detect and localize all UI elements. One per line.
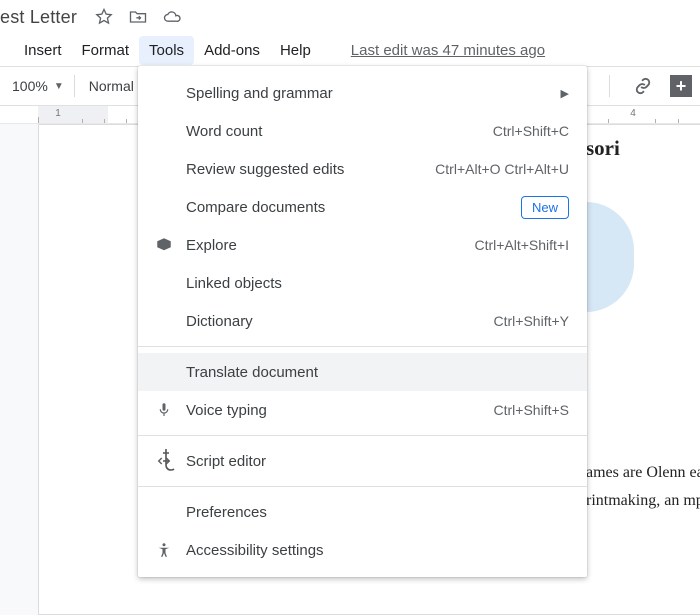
menu-script-editor[interactable]: Script editor bbox=[138, 442, 587, 480]
document-title[interactable]: est Letter bbox=[0, 7, 87, 28]
paragraph-style-value: Normal bbox=[89, 78, 134, 94]
menu-item-label: Voice typing bbox=[186, 402, 494, 419]
menu-accessibility-settings[interactable]: Accessibility settings bbox=[138, 531, 587, 569]
menu-item-label: Review suggested edits bbox=[186, 161, 435, 178]
menu-item-shortcut: Ctrl+Alt+Shift+I bbox=[474, 237, 569, 253]
menu-divider bbox=[138, 486, 587, 487]
accessibility-icon bbox=[152, 541, 176, 559]
ruler-num: 1 bbox=[55, 108, 61, 119]
menu-bar: Insert Format Tools Add-ons Help Last ed… bbox=[0, 34, 700, 66]
insert-link-icon[interactable] bbox=[632, 75, 654, 97]
paragraph-style-select[interactable]: Normal bbox=[81, 78, 142, 94]
toolbar-separator bbox=[609, 75, 610, 97]
menu-help[interactable]: Help bbox=[270, 36, 321, 65]
doc-body-text[interactable]: ames are Olenn ear in a row. Th in mediu… bbox=[586, 459, 700, 515]
cloud-status-icon[interactable] bbox=[161, 6, 183, 28]
ruler-num: 4 bbox=[630, 108, 636, 119]
menu-item-label: Translate document bbox=[186, 364, 569, 381]
chevron-down-icon: ▼ bbox=[54, 81, 64, 92]
menu-word-count[interactable]: Word count Ctrl+Shift+C bbox=[138, 112, 587, 150]
doc-heading[interactable]: sori bbox=[586, 136, 620, 161]
menu-preferences[interactable]: Preferences bbox=[138, 493, 587, 531]
new-badge: New bbox=[521, 196, 569, 219]
add-comment-icon[interactable]: + bbox=[670, 75, 692, 97]
tools-dropdown: Spelling and grammar ▶ Word count Ctrl+S… bbox=[138, 66, 587, 577]
menu-spelling-grammar[interactable]: Spelling and grammar ▶ bbox=[138, 74, 587, 112]
menu-format[interactable]: Format bbox=[72, 36, 140, 65]
explore-icon bbox=[152, 236, 176, 254]
microphone-icon bbox=[152, 401, 176, 419]
menu-item-shortcut: Ctrl+Shift+Y bbox=[494, 313, 569, 329]
menu-insert[interactable]: Insert bbox=[14, 36, 72, 65]
menu-review-suggested-edits[interactable]: Review suggested edits Ctrl+Alt+O Ctrl+A… bbox=[138, 150, 587, 188]
menu-item-label: Compare documents bbox=[186, 199, 521, 216]
submenu-arrow-icon: ▶ bbox=[561, 87, 569, 100]
menu-voice-typing[interactable]: Voice typing Ctrl+Shift+S bbox=[138, 391, 587, 429]
menu-explore[interactable]: Explore Ctrl+Alt+Shift+I bbox=[138, 226, 587, 264]
menu-item-label: Spelling and grammar bbox=[186, 85, 561, 102]
menu-item-label: Explore bbox=[186, 237, 474, 254]
menu-translate-document[interactable]: Translate document bbox=[138, 353, 587, 391]
menu-item-label: Preferences bbox=[186, 504, 569, 521]
menu-item-shortcut: Ctrl+Shift+C bbox=[493, 123, 569, 139]
menu-item-label: Accessibility settings bbox=[186, 542, 569, 559]
menu-item-label: Linked objects bbox=[186, 275, 569, 292]
menu-addons[interactable]: Add-ons bbox=[194, 36, 270, 65]
toolbar-separator bbox=[74, 75, 75, 97]
zoom-select[interactable]: 100% ▼ bbox=[8, 78, 68, 94]
zoom-value: 100% bbox=[12, 78, 48, 94]
title-bar: est Letter bbox=[0, 0, 700, 34]
star-icon[interactable] bbox=[93, 6, 115, 28]
move-folder-icon[interactable] bbox=[127, 6, 149, 28]
menu-item-label: Dictionary bbox=[186, 313, 494, 330]
menu-dictionary[interactable]: Dictionary Ctrl+Shift+Y bbox=[138, 302, 587, 340]
menu-linked-objects[interactable]: Linked objects bbox=[138, 264, 587, 302]
last-edit-link[interactable]: Last edit was 47 minutes ago bbox=[351, 42, 545, 59]
menu-item-label: Script editor bbox=[186, 453, 569, 470]
menu-item-shortcut: Ctrl+Alt+O Ctrl+Alt+U bbox=[435, 161, 569, 177]
menu-item-label: Word count bbox=[186, 123, 493, 140]
menu-tools[interactable]: Tools bbox=[139, 36, 194, 65]
menu-compare-documents[interactable]: Compare documents New bbox=[138, 188, 587, 226]
mouse-cursor-icon bbox=[158, 447, 182, 478]
menu-divider bbox=[138, 435, 587, 436]
menu-item-shortcut: Ctrl+Shift+S bbox=[494, 402, 569, 418]
menu-divider bbox=[138, 346, 587, 347]
